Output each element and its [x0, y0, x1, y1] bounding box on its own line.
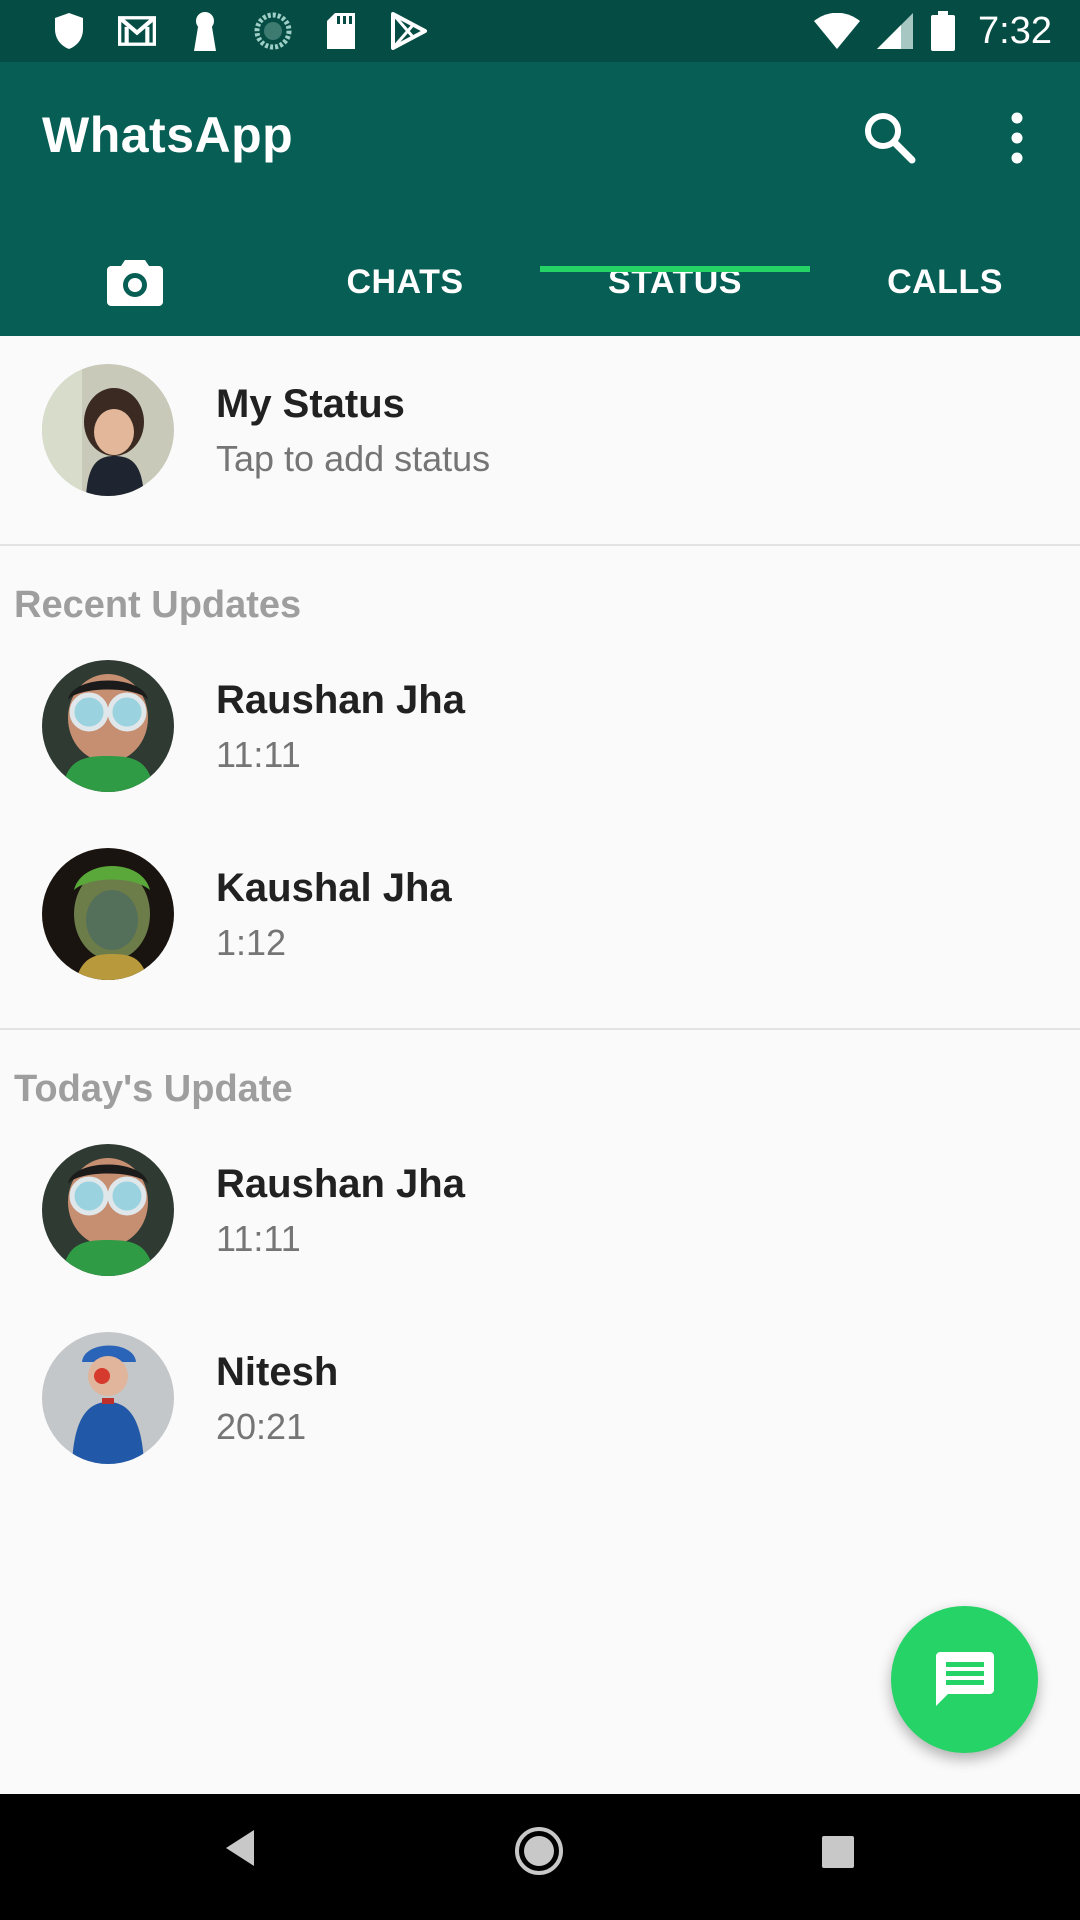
new-message-fab[interactable]	[891, 1606, 1038, 1753]
clock: 7:32	[978, 9, 1052, 52]
status-item[interactable]: Raushan Jha 11:11	[0, 1134, 1080, 1284]
status-contact-name: Kaushal Jha	[216, 866, 452, 910]
status-time: 11:11	[216, 734, 301, 775]
more-options-button[interactable]	[1000, 110, 1034, 166]
tab-chats[interactable]: CHATS	[270, 228, 540, 336]
section-header-recent: Recent Updates	[14, 584, 302, 626]
tab-calls[interactable]: CALLS	[810, 228, 1080, 336]
app-title: WhatsApp	[42, 107, 294, 163]
my-status-name: My Status	[216, 382, 405, 426]
tab-selected-indicator	[540, 266, 810, 272]
keyhole-icon	[186, 12, 224, 51]
status-time: 1:12	[216, 922, 287, 963]
status-time: 20:21	[216, 1406, 307, 1447]
back-icon	[226, 1830, 254, 1866]
wifi-icon	[814, 12, 861, 50]
navigation-bar	[0, 1794, 1080, 1920]
status-item[interactable]: Kaushal Jha 1:12	[0, 840, 1080, 990]
status-time: 11:11	[216, 1218, 301, 1259]
status-item[interactable]: Raushan Jha 11:11	[0, 650, 1080, 800]
divider	[0, 1028, 1080, 1030]
tab-bar: CHATS STATUS CALLS	[0, 228, 1080, 336]
gmail-icon	[118, 12, 156, 50]
message-icon	[935, 1651, 994, 1706]
shield-icon	[50, 12, 88, 50]
avatar	[42, 848, 174, 980]
app-bar: WhatsApp CHATS STATUS CALLS	[0, 62, 1080, 336]
more-vert-icon	[1011, 112, 1023, 164]
recents-icon	[822, 1836, 854, 1868]
status-contact-name: Nitesh	[216, 1350, 339, 1394]
sync-icon	[254, 12, 292, 50]
avatar	[42, 364, 174, 496]
back-button[interactable]	[222, 1828, 258, 1873]
status-bar: 7:32	[0, 0, 1080, 62]
divider	[0, 544, 1080, 546]
avatar	[42, 1332, 174, 1464]
play-store-icon	[390, 12, 428, 50]
recents-button[interactable]	[822, 1836, 854, 1873]
my-status-subtitle: Tap to add status	[216, 438, 491, 479]
avatar	[42, 660, 174, 792]
status-contact-name: Raushan Jha	[216, 1162, 465, 1206]
battery-icon	[930, 11, 956, 51]
sdcard-icon	[322, 12, 360, 50]
status-contact-name: Raushan Jha	[216, 678, 465, 722]
avatar	[42, 1144, 174, 1276]
camera-icon	[107, 260, 163, 306]
status-item[interactable]: Nitesh 20:21	[0, 1324, 1080, 1474]
my-status-row[interactable]: My Status Tap to add status	[0, 350, 1080, 500]
search-button[interactable]	[862, 110, 918, 166]
tab-status[interactable]: STATUS	[540, 228, 810, 336]
home-button[interactable]	[514, 1826, 564, 1881]
section-header-today: Today's Update	[14, 1068, 293, 1110]
signal-icon	[876, 12, 914, 50]
home-icon	[515, 1827, 563, 1875]
search-icon	[865, 113, 916, 164]
tab-camera[interactable]	[0, 228, 270, 336]
